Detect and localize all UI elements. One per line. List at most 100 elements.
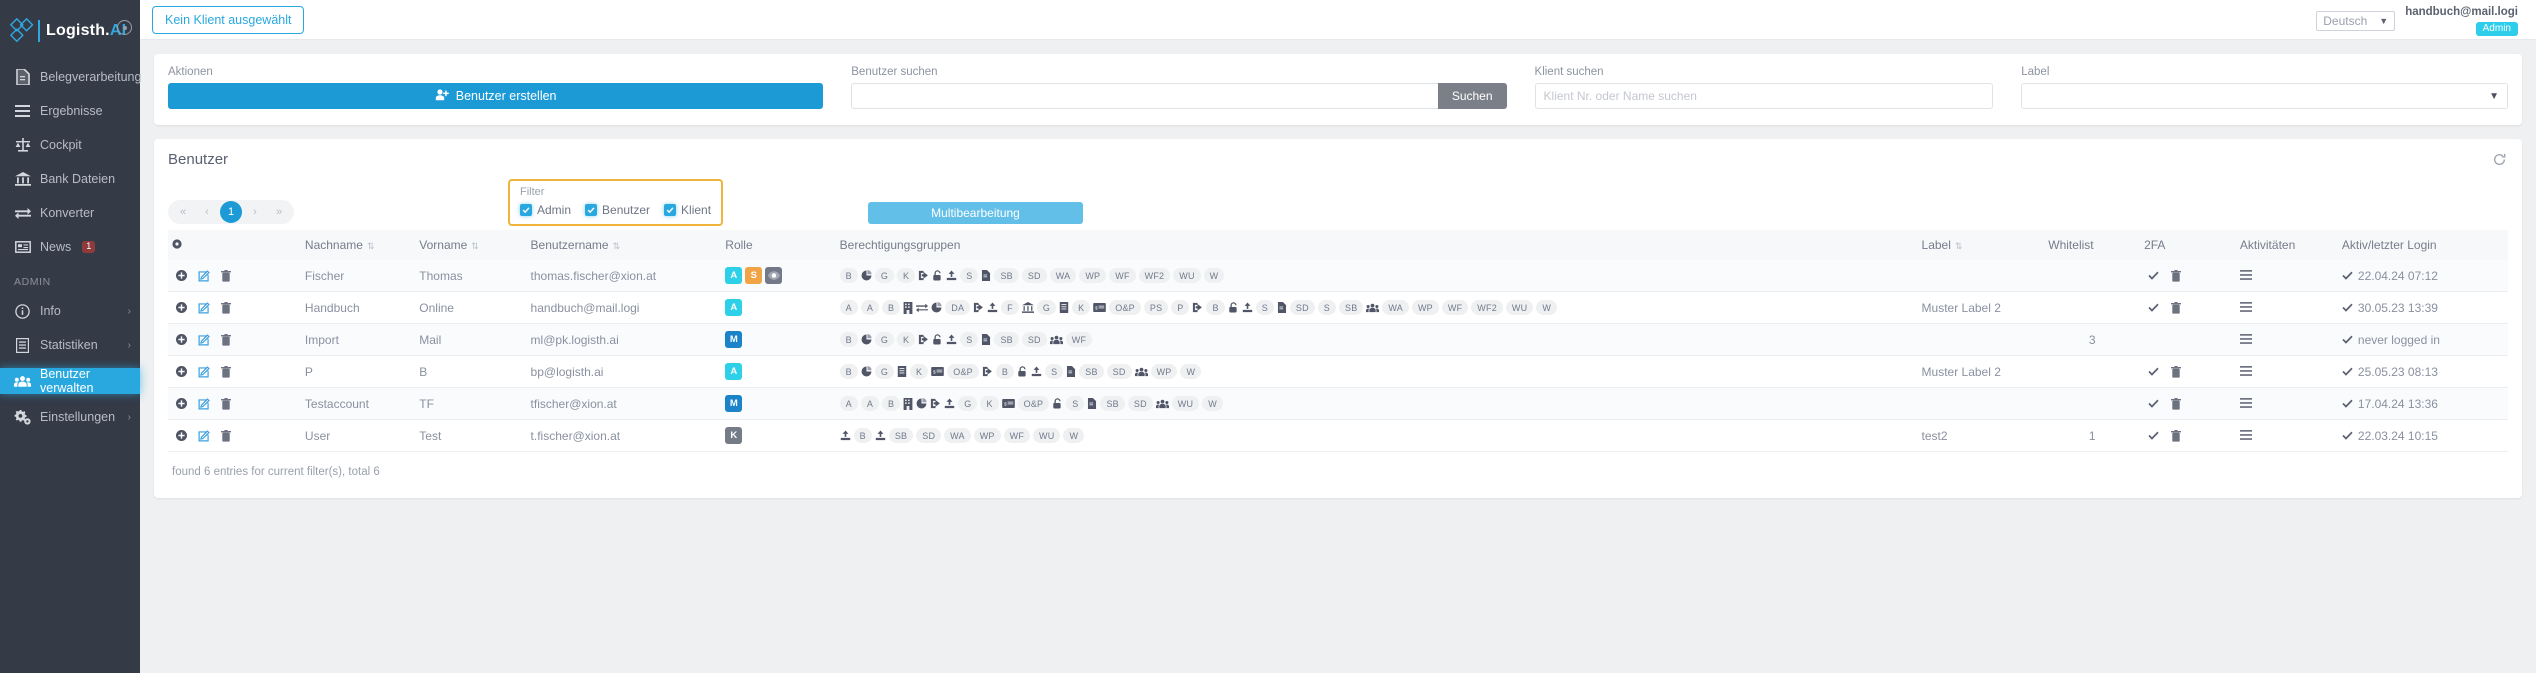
building-icon[interactable]	[903, 301, 913, 314]
permission-badge[interactable]: A	[839, 300, 858, 315]
permission-badge[interactable]: A	[860, 300, 880, 315]
pager-next[interactable]: ›	[244, 206, 266, 218]
permission-badge[interactable]: WF	[1065, 332, 1093, 347]
card-icon[interactable]: $	[1001, 399, 1015, 408]
permission-badge[interactable]: B	[839, 364, 858, 379]
permission-badge[interactable]: W	[1536, 300, 1558, 315]
permission-badge[interactable]: SD	[1021, 268, 1047, 283]
upload-icon[interactable]	[840, 430, 851, 441]
file-icon[interactable]	[981, 334, 991, 345]
book-icon[interactable]	[897, 366, 907, 377]
permission-badge[interactable]: G	[874, 268, 895, 283]
edit-icon[interactable]	[198, 429, 210, 442]
pie-icon[interactable]	[861, 270, 872, 281]
permission-badge[interactable]: O&P	[947, 364, 979, 379]
col-nachname[interactable]: Nachname ⇅	[300, 230, 416, 260]
check-icon[interactable]	[2148, 365, 2159, 379]
permission-badge[interactable]: W	[1202, 396, 1223, 411]
file-icon[interactable]	[1277, 302, 1287, 313]
permission-badge[interactable]: S	[1255, 300, 1274, 315]
table-row[interactable]: User Test t.fischer@xion.at K B SB SD WA WP WF WU W…	[168, 420, 2508, 452]
pager-last[interactable]: »	[268, 206, 290, 218]
pie-icon[interactable]	[916, 398, 927, 409]
delete-icon[interactable]	[2171, 301, 2182, 314]
users-icon[interactable]	[1049, 335, 1063, 345]
import-icon[interactable]	[973, 302, 984, 313]
permission-badge[interactable]: K	[910, 364, 929, 379]
permission-badge[interactable]: WU	[1505, 300, 1534, 315]
file-icon[interactable]	[1066, 366, 1076, 377]
unlock-icon[interactable]	[1017, 366, 1028, 377]
edit-icon[interactable]	[198, 269, 210, 282]
permission-badge[interactable]: S	[1317, 300, 1336, 315]
permission-badge[interactable]: SB	[1339, 300, 1364, 315]
upload-icon[interactable]	[1242, 302, 1253, 313]
table-row[interactable]: Fischer Thomas thomas.fischer@xion.at A S B G K…	[168, 260, 2508, 292]
import-icon[interactable]	[918, 270, 929, 281]
permission-badge[interactable]: S	[1045, 364, 1064, 379]
table-row[interactable]: Import Mail ml@pk.logisth.ai M B G K S SB SD WF 3 ne…	[168, 323, 2508, 356]
role-badge-eye-icon[interactable]	[765, 267, 783, 284]
permission-badge[interactable]: WU	[1171, 396, 1200, 411]
add-icon[interactable]	[176, 430, 187, 441]
add-icon[interactable]	[176, 398, 187, 409]
sidebar-item-ergebnisse[interactable]: Ergebnisse	[0, 100, 140, 122]
upload-icon[interactable]	[946, 270, 957, 281]
upload-icon[interactable]	[944, 398, 955, 409]
check-icon[interactable]	[2148, 269, 2159, 283]
permission-badge[interactable]: SD	[1106, 364, 1132, 379]
client-search-input[interactable]	[1534, 83, 1994, 109]
col-label[interactable]: Label ⇅	[1917, 230, 2045, 260]
role-badge-A[interactable]: A	[725, 299, 743, 316]
permission-badge[interactable]: F	[1001, 300, 1019, 315]
pie-icon[interactable]	[931, 302, 942, 313]
filter-checkbox-benutzer[interactable]: Benutzer	[585, 203, 650, 217]
file-icon[interactable]	[981, 270, 991, 281]
users-icon[interactable]	[1366, 303, 1380, 313]
upload-icon[interactable]	[946, 334, 957, 345]
import-icon[interactable]	[1192, 302, 1203, 313]
permission-badge[interactable]: A	[860, 396, 880, 411]
add-icon[interactable]	[176, 366, 187, 377]
add-icon[interactable]	[176, 302, 187, 313]
permission-badge[interactable]: PS	[1143, 300, 1169, 315]
delete-icon[interactable]	[2171, 397, 2182, 410]
role-badge-S[interactable]: S	[745, 267, 763, 284]
delete-icon[interactable]	[221, 301, 231, 314]
permission-badge[interactable]: B	[853, 428, 872, 443]
edit-icon[interactable]	[198, 301, 210, 314]
search-button[interactable]: Suchen	[1437, 83, 1507, 109]
delete-icon[interactable]	[221, 429, 231, 442]
permission-badge[interactable]: K	[980, 396, 999, 411]
permission-badge[interactable]: WP	[973, 428, 1001, 443]
filter-checkbox-klient[interactable]: Klient	[664, 203, 711, 217]
client-selector-button[interactable]: Kein Klient ausgewählt	[152, 5, 305, 34]
edit-icon[interactable]	[198, 333, 210, 346]
language-select[interactable]: Deutsch ▼	[2316, 10, 2396, 31]
permission-badge[interactable]: WA	[1382, 300, 1409, 315]
add-icon[interactable]	[176, 270, 187, 281]
delete-icon[interactable]	[221, 333, 231, 346]
activities-icon[interactable]	[2239, 333, 2252, 344]
permission-badge[interactable]: WP	[1079, 268, 1107, 283]
col-vorname[interactable]: Vorname ⇅	[415, 230, 527, 260]
refresh-icon[interactable]	[2493, 153, 2506, 169]
delete-icon[interactable]	[221, 365, 231, 378]
import-icon[interactable]	[918, 334, 929, 345]
collapse-toggle-icon[interactable]	[117, 20, 132, 35]
permission-badge[interactable]: O&P	[1017, 396, 1050, 411]
permission-badge[interactable]: DA	[945, 300, 971, 315]
permission-badge[interactable]: K	[897, 332, 916, 347]
label-select[interactable]: ▼	[2021, 83, 2508, 109]
sidebar-item-bank-dateien[interactable]: Bank Dateien	[0, 168, 140, 190]
role-badge-M[interactable]: M	[725, 331, 743, 348]
unlock-icon[interactable]	[932, 270, 943, 281]
add-icon[interactable]	[176, 334, 187, 345]
permission-badge[interactable]: WF	[1109, 268, 1136, 283]
permission-badge[interactable]: B	[839, 332, 858, 347]
permission-badge[interactable]: B	[882, 396, 901, 411]
sidebar-item-konverter[interactable]: Konverter	[0, 202, 140, 224]
permission-badge[interactable]: WA	[944, 428, 971, 443]
activities-icon[interactable]	[2239, 269, 2252, 280]
sidebar-item-statistiken[interactable]: Statistiken ›	[0, 334, 140, 356]
